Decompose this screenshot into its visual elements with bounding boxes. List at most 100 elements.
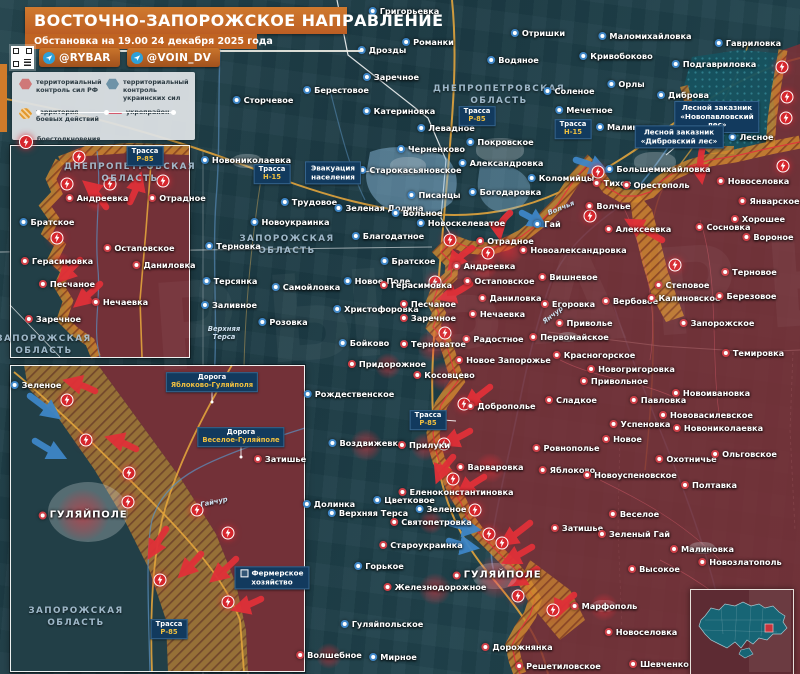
settlement-pin-icon (543, 87, 551, 95)
telegram-icon (131, 52, 143, 64)
place-label: Егоровка (541, 299, 595, 309)
place-label: Песчаное (39, 279, 95, 289)
settlement-pin-icon (553, 351, 561, 359)
place-label: Романки (402, 37, 454, 47)
clash-badge-icon (19, 135, 33, 149)
settlement-pin-icon (655, 455, 663, 463)
settlement-pin-icon (487, 56, 495, 64)
region-label: ЗАПОРОЖСКАЯ ОБЛАСТЬ (0, 334, 92, 358)
settlement-pin-icon (92, 298, 100, 306)
river-label: Верхняя Терса (208, 325, 240, 341)
place-label: Охотничье (655, 454, 716, 464)
settlement-pin-icon (539, 466, 547, 474)
settlement-pin-icon (532, 444, 540, 452)
settlement-pin-icon (397, 145, 405, 153)
place-label: Дорожнянка (481, 642, 552, 652)
place-label: Новоскелеватое (417, 218, 505, 228)
settlement-pin-icon (580, 377, 588, 385)
settlement-pin-icon (529, 333, 537, 341)
clash-badge-icon (122, 496, 135, 509)
settlement-pin-icon (579, 52, 587, 60)
settlement-pin-icon (695, 223, 703, 231)
telegram-chip-voindv[interactable]: @VOIN_DV (127, 48, 221, 67)
clash-badge-icon (439, 327, 452, 340)
settlement-pin-icon (722, 349, 730, 357)
legend-item-fortified-line: укрепрайон (106, 108, 189, 125)
settlement-pin-icon (609, 510, 617, 518)
map-callout: Фермерское хозяйство (235, 566, 310, 589)
settlement-pin-icon (453, 262, 461, 270)
road-label: ТрассаН-15 (555, 119, 592, 139)
settlement-pin-icon (673, 424, 681, 432)
settlement-pin-icon (363, 73, 371, 81)
settlement-pin-icon (303, 500, 311, 508)
place-label: Герасимовка (21, 256, 93, 266)
ru-advance-arrow (216, 559, 236, 577)
ua-counter-arrow (35, 441, 59, 455)
settlement-pin-icon (670, 545, 678, 553)
legend-item-ua-control: территориальный контроль украинских сил (106, 78, 189, 103)
place-label: Сторчевое (233, 95, 294, 105)
place-label: Водяное (487, 55, 539, 65)
place-label: Придорожное (348, 359, 426, 369)
place-label: Январское (738, 196, 799, 206)
settlement-pin-icon (328, 439, 336, 447)
legend-scale-bar (36, 112, 176, 113)
settlement-pin-icon (607, 80, 615, 88)
place-label: Прилуки (398, 440, 450, 450)
ru-control-hex-icon (19, 78, 32, 90)
settlement-pin-icon (416, 505, 424, 513)
settlement-pin-icon (417, 124, 425, 132)
place-label: Новоивановка (672, 388, 750, 398)
place-label: Гуляйпольское (341, 619, 424, 629)
settlement-pin-icon (203, 277, 211, 285)
road-label: ТрассаР-85 (127, 146, 164, 166)
settlement-pin-icon (233, 96, 241, 104)
settlement-pin-icon (538, 273, 546, 281)
settlement-pin-icon (380, 281, 388, 289)
settlement-pin-icon (478, 294, 486, 302)
settlement-pin-icon (25, 315, 33, 323)
clash-badge-icon (669, 259, 682, 272)
settlement-pin-icon (281, 198, 289, 206)
place-label: Новоалександровка (519, 245, 626, 255)
settlement-pin-icon (303, 86, 311, 94)
place-label: Берестовое (303, 85, 369, 95)
place-label: Черненково (397, 144, 465, 154)
settlement-pin-icon (201, 301, 209, 309)
settlement-pin-icon (466, 402, 474, 410)
settlement-pin-icon (672, 389, 680, 397)
clash-badge-icon (496, 537, 509, 550)
settlement-pin-icon (602, 297, 610, 305)
place-label: Веселое (609, 509, 659, 519)
place-label: Новое Запорожье (455, 355, 551, 365)
place-label: Калиновское (647, 293, 720, 303)
place-label: Привольное (580, 376, 648, 386)
settlement-pin-icon (680, 319, 688, 327)
settlement-pin-icon (721, 268, 729, 276)
map-callout: Лесной заказник «Дибровский лес» (635, 125, 724, 148)
place-label: Самойловка (272, 282, 340, 292)
channel-chips: @RYBAR @VOIN_DV (39, 48, 220, 67)
settlement-pin-icon (481, 643, 489, 651)
place-label: Мирное (369, 652, 417, 662)
place-label: Соленое (543, 86, 594, 96)
settlement-pin-icon (533, 220, 541, 228)
farm-icon (241, 569, 249, 577)
ru-advance-arrow (113, 439, 136, 449)
settlement-pin-icon (453, 571, 461, 579)
title-banner: ВОСТОЧНО-ЗАПОРОЖСКОЕ НАПРАВЛЕНИЕ (25, 7, 347, 34)
settlement-pin-icon (556, 319, 564, 327)
place-label: Заречное (400, 313, 456, 323)
telegram-chip-rybar[interactable]: @RYBAR (39, 48, 120, 67)
settlement-pin-icon (381, 257, 389, 265)
settlement-pin-icon (39, 280, 47, 288)
place-label: Гавриловка (715, 38, 781, 48)
place-label: Терновое (721, 267, 777, 277)
place-label: Вольное (392, 208, 443, 218)
place-label: Даниловка (478, 293, 541, 303)
settlement-pin-icon (455, 356, 463, 364)
ua-counter-arrow (30, 396, 54, 414)
settlement-pin-icon (551, 524, 559, 532)
ru-advance-arrow (506, 523, 530, 541)
